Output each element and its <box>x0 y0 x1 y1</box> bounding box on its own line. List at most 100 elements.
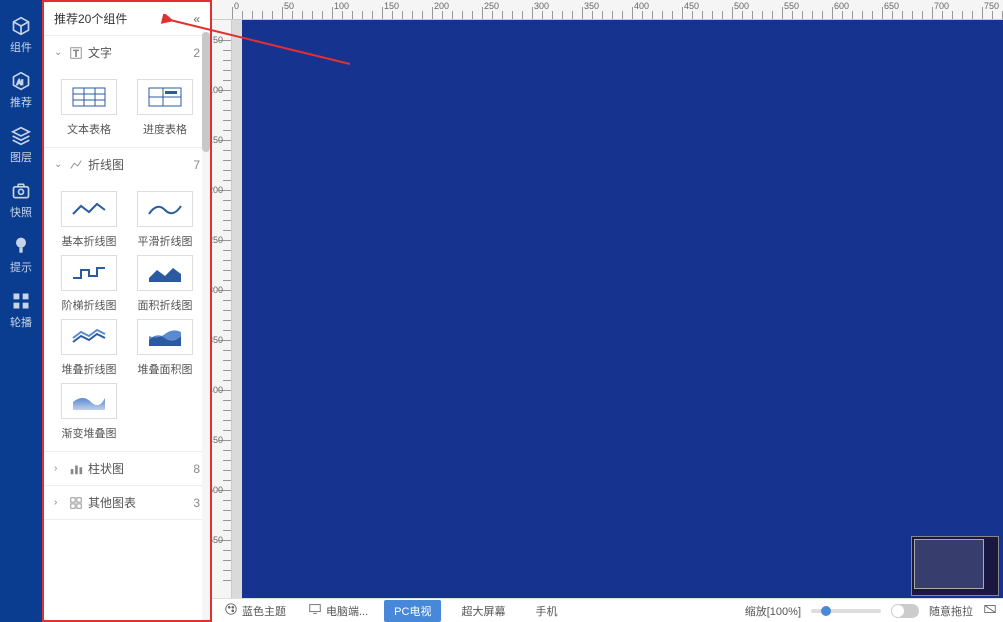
other-chart-icon <box>69 496 83 510</box>
chevron-right-icon: › <box>54 463 64 474</box>
area-line-icon <box>137 255 193 291</box>
panel-title: 推荐20个组件 <box>54 10 127 27</box>
layers-icon <box>11 126 31 146</box>
component-label: 进度表格 <box>143 121 187 137</box>
canvas-viewport[interactable] <box>232 20 1003 622</box>
screen-tab-pc[interactable]: PC电视 <box>384 600 441 622</box>
component-label: 阶梯折线图 <box>62 297 117 313</box>
panel-header: 推荐20个组件 « <box>44 2 210 36</box>
theme-label: 蓝色主题 <box>242 603 286 619</box>
nav-item-components[interactable]: 组件 <box>0 8 42 63</box>
category-label: 文字 <box>88 44 112 61</box>
component-label: 基本折线图 <box>62 233 117 249</box>
navigation-sidebar: 组件 AI 推荐 图层 快照 提示 轮播 <box>0 0 42 622</box>
scroll-thumb[interactable] <box>202 32 210 152</box>
cube-ai-icon: AI <box>11 71 31 91</box>
nav-item-layers[interactable]: 图层 <box>0 118 42 173</box>
device-selector[interactable]: 电脑端... <box>302 600 374 621</box>
category-other: › 其他图表 3 <box>44 486 210 520</box>
category-header-text[interactable]: ⌄ T 文字 2 <box>44 36 210 69</box>
nav-label: 推荐 <box>10 94 32 110</box>
svg-text:T: T <box>73 48 79 58</box>
category-text: ⌄ T 文字 2 文本表格 进度表格 <box>44 36 210 148</box>
category-bar: › 柱状图 8 <box>44 452 210 486</box>
text-icon: T <box>69 46 83 60</box>
zoom-label: 缩放[100%] <box>745 603 801 619</box>
zoom-slider[interactable] <box>811 609 881 613</box>
nav-label: 快照 <box>10 204 32 220</box>
category-count: 7 <box>193 158 200 172</box>
bottom-status-bar: 蓝色主题 电脑端... PC电视 超大屏幕 手机 缩放[100%] 随意拖拉 <box>212 598 1003 622</box>
nav-item-recommend[interactable]: AI 推荐 <box>0 63 42 118</box>
smooth-line-icon <box>137 191 193 227</box>
component-text-table[interactable]: 文本表格 <box>54 79 124 137</box>
category-label: 折线图 <box>88 156 124 173</box>
device-label: 电脑端... <box>326 603 368 619</box>
chevron-down-icon: ⌄ <box>54 47 64 58</box>
component-label: 堆叠面积图 <box>138 361 193 377</box>
component-area-line[interactable]: 面积折线图 <box>130 255 200 313</box>
chevron-down-icon: ⌄ <box>54 159 64 170</box>
theme-selector[interactable]: 蓝色主题 <box>218 600 292 621</box>
component-stacked-area[interactable]: 堆叠面积图 <box>130 319 200 377</box>
camera-icon <box>11 181 31 201</box>
step-line-icon <box>61 255 117 291</box>
category-count: 3 <box>193 496 200 510</box>
nav-item-snapshot[interactable]: 快照 <box>0 173 42 228</box>
component-step-line[interactable]: 阶梯折线图 <box>54 255 124 313</box>
nav-item-carousel[interactable]: 轮播 <box>0 283 42 338</box>
drag-toggle[interactable] <box>891 604 919 618</box>
expand-icon[interactable] <box>983 602 997 619</box>
nav-item-hints[interactable]: 提示 <box>0 228 42 283</box>
category-label: 柱状图 <box>88 460 124 477</box>
component-gradient-stacked[interactable]: 渐变堆叠图 <box>54 383 124 441</box>
text-table-icon <box>61 79 117 115</box>
category-header-bar[interactable]: › 柱状图 8 <box>44 452 210 485</box>
toggle-knob <box>892 605 904 617</box>
category-label: 其他图表 <box>88 494 136 511</box>
basic-line-icon <box>61 191 117 227</box>
panel-scrollbar[interactable] <box>202 32 210 620</box>
zoom-handle[interactable] <box>821 606 831 616</box>
component-label: 堆叠折线图 <box>62 361 117 377</box>
component-smooth-line[interactable]: 平滑折线图 <box>130 191 200 249</box>
category-count: 8 <box>193 462 200 476</box>
svg-text:AI: AI <box>17 79 23 86</box>
component-label: 渐变堆叠图 <box>62 425 117 441</box>
palette-icon <box>224 602 238 619</box>
text-components-grid: 文本表格 进度表格 <box>44 69 210 147</box>
component-panel: 推荐20个组件 « ⌄ T 文字 2 文本表格 进度表格 <box>42 0 212 622</box>
cube-icon <box>11 16 31 36</box>
category-line: ⌄ 折线图 7 基本折线图 平滑折线图 阶梯折线图 <box>44 148 210 452</box>
minimap-viewport[interactable] <box>914 539 984 589</box>
component-progress-table[interactable]: 进度表格 <box>130 79 200 137</box>
component-label: 面积折线图 <box>138 297 193 313</box>
progress-table-icon <box>137 79 193 115</box>
canvas-area: 0501001502002503003504004505005506006507… <box>212 0 1003 622</box>
component-stacked-line[interactable]: 堆叠折线图 <box>54 319 124 377</box>
drag-label: 随意拖拉 <box>929 603 973 619</box>
category-count: 2 <box>193 46 200 60</box>
line-chart-icon <box>69 158 83 172</box>
category-header-line[interactable]: ⌄ 折线图 7 <box>44 148 210 181</box>
stacked-area-icon <box>137 319 193 355</box>
component-basic-line[interactable]: 基本折线图 <box>54 191 124 249</box>
screen-tab-mobile[interactable]: 手机 <box>525 600 567 622</box>
nav-label: 提示 <box>10 259 32 275</box>
nav-label: 组件 <box>10 39 32 55</box>
monitor-icon <box>308 602 322 619</box>
component-label: 文本表格 <box>67 121 111 137</box>
canvas-content[interactable] <box>242 20 1003 600</box>
nav-label: 图层 <box>10 149 32 165</box>
grid-icon <box>11 291 31 311</box>
bar-chart-icon <box>69 462 83 476</box>
vertical-ruler: 50100150200250300350400450500550 <box>212 20 232 622</box>
minimap[interactable] <box>911 536 999 596</box>
screen-tab-large[interactable]: 超大屏幕 <box>451 600 515 622</box>
line-components-grid: 基本折线图 平滑折线图 阶梯折线图 面积折线图 堆叠折线图 <box>44 181 210 451</box>
collapse-panel-icon[interactable]: « <box>193 12 200 26</box>
stacked-line-icon <box>61 319 117 355</box>
gradient-stacked-icon <box>61 383 117 419</box>
category-header-other[interactable]: › 其他图表 3 <box>44 486 210 519</box>
hint-icon <box>11 236 31 256</box>
